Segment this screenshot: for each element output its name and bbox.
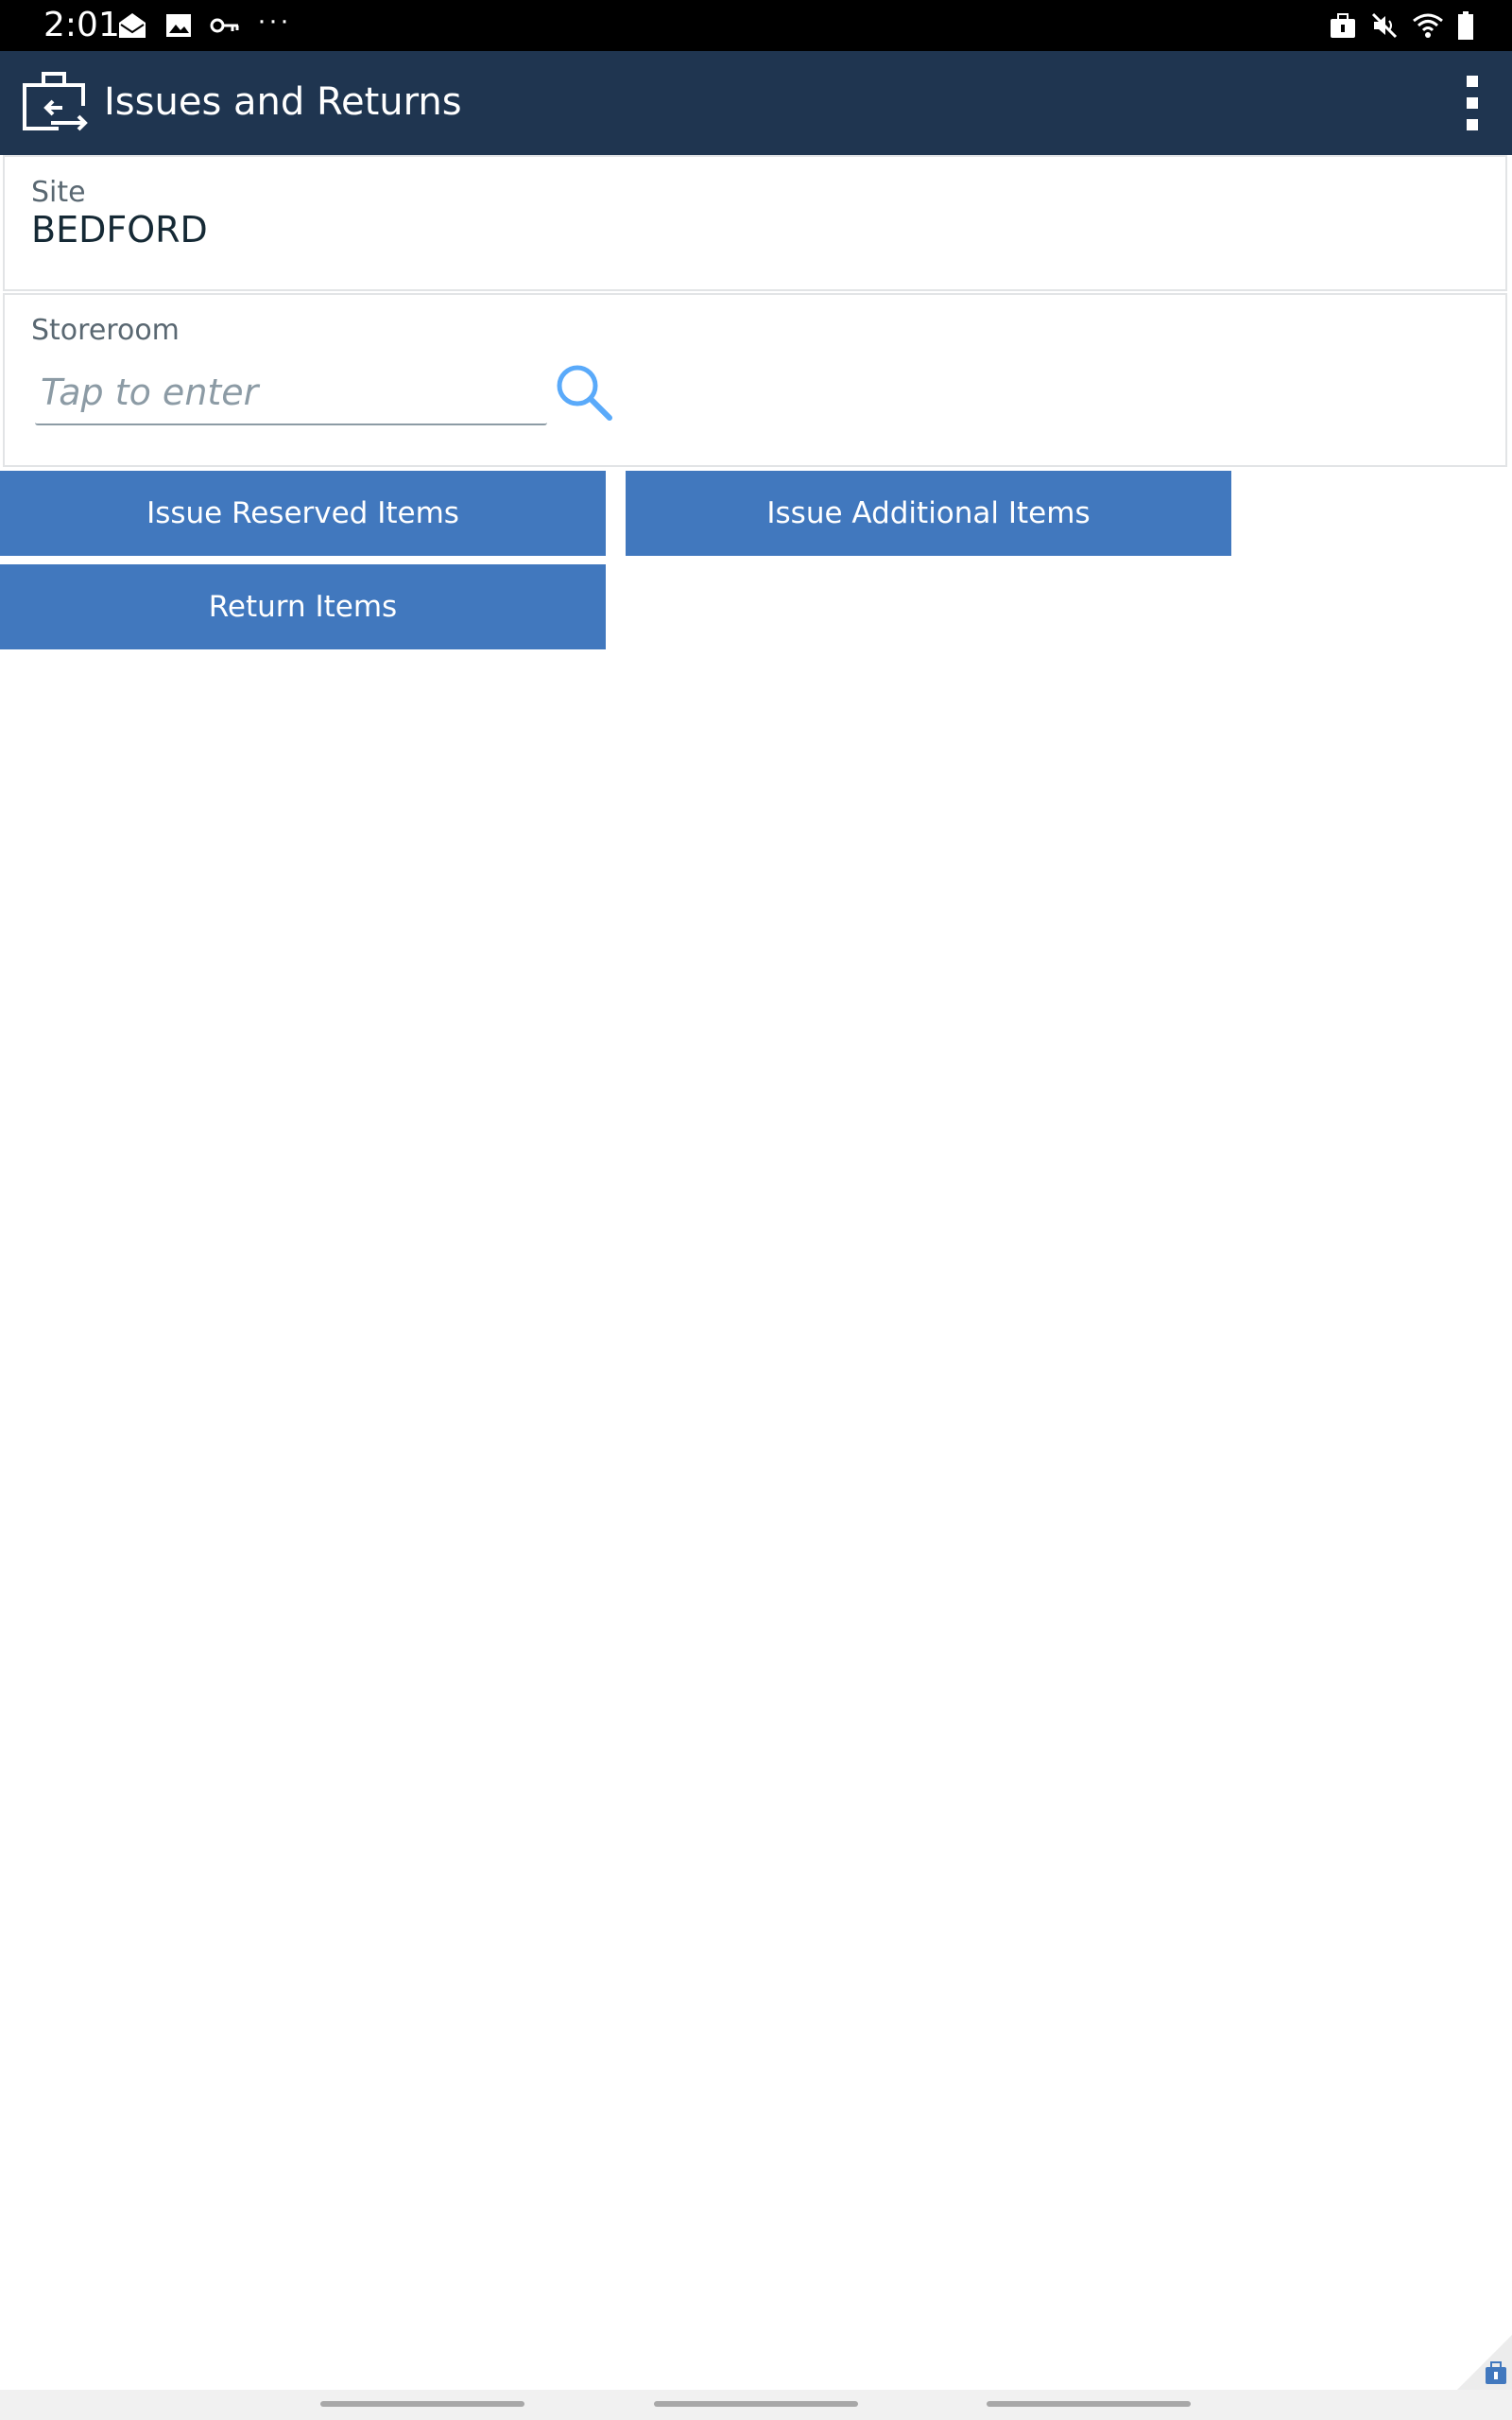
storeroom-card: Storeroom	[3, 293, 1507, 467]
page-title: Issues and Returns	[104, 80, 462, 124]
wifi-icon	[1413, 13, 1443, 38]
battery-icon	[1458, 11, 1473, 40]
system-icons	[1329, 9, 1474, 42]
issue-reserved-items-button[interactable]: Issue Reserved Items	[0, 471, 606, 556]
site-value: BEDFORD	[31, 209, 208, 251]
notification-icons: ···	[117, 5, 291, 42]
menu-dot	[1467, 119, 1478, 130]
status-bar: 2:01 ···	[0, 0, 1512, 51]
issues-returns-icon	[23, 72, 88, 131]
image-icon	[166, 14, 191, 37]
issue-additional-items-button[interactable]: Issue Additional Items	[626, 471, 1231, 556]
work-profile-badge-icon	[1457, 2335, 1512, 2390]
search-icon[interactable]	[553, 361, 615, 424]
recents-handle[interactable]	[320, 2401, 524, 2407]
navigation-bar	[0, 2390, 1512, 2420]
site-card: Site BEDFORD	[3, 155, 1507, 291]
menu-dot	[1467, 76, 1478, 87]
home-handle[interactable]	[654, 2401, 858, 2407]
overflow-menu-icon[interactable]	[1452, 76, 1493, 130]
menu-dot	[1467, 97, 1478, 109]
status-time: 2:01	[43, 6, 120, 44]
briefcase-lock-icon	[1331, 13, 1355, 38]
return-items-button[interactable]: Return Items	[0, 564, 606, 649]
storeroom-input[interactable]	[35, 361, 547, 425]
back-handle[interactable]	[987, 2401, 1191, 2407]
storeroom-label: Storeroom	[31, 314, 180, 347]
vpn-key-icon	[210, 18, 239, 33]
more-notifications-icon: ···	[257, 5, 291, 36]
app-header: Issues and Returns	[0, 51, 1512, 155]
site-label: Site	[31, 176, 86, 209]
mail-open-icon	[119, 13, 146, 38]
mute-icon	[1371, 12, 1398, 39]
